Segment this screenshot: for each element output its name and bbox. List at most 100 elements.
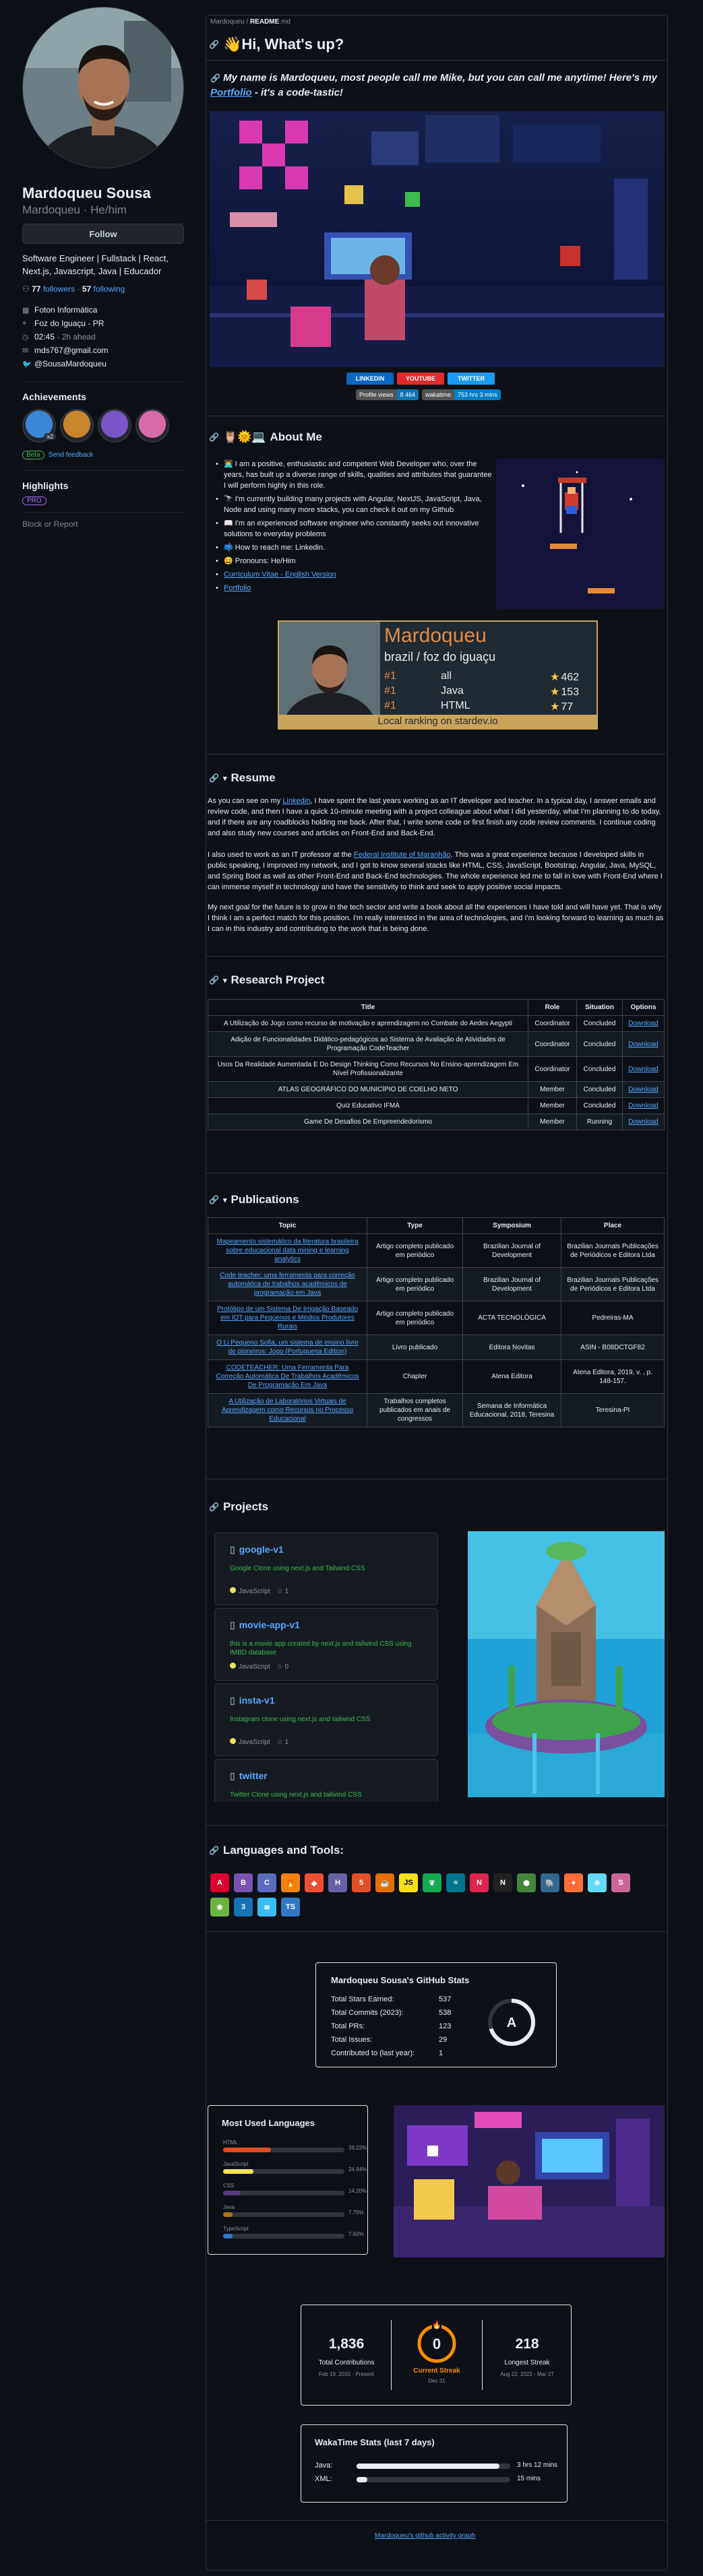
send-feedback-link[interactable]: Send feedback xyxy=(49,451,94,459)
project-title[interactable]: twitter xyxy=(230,1770,268,1782)
projects-pixel-art xyxy=(468,1531,665,1797)
publication-link[interactable]: Protótipo de um Sistema De Irrigação Bas… xyxy=(208,1301,367,1335)
project-language: JavaScript xyxy=(230,1663,270,1671)
status-icon[interactable]: ☺ xyxy=(162,139,183,162)
resume-paragraph: I also used to work as an IT professor a… xyxy=(208,851,663,891)
table-cell: Member xyxy=(528,1081,577,1098)
link-icon[interactable]: 🔗 xyxy=(209,1502,219,1512)
location-row: ⌖ Foz do Iguaçu - PR xyxy=(22,319,104,328)
download-link[interactable]: Download xyxy=(622,1031,665,1057)
triangle-down-icon[interactable]: ▾ xyxy=(223,774,227,783)
following-link[interactable]: 57 following xyxy=(82,284,125,294)
link-icon[interactable]: 🔗 xyxy=(209,773,219,783)
portfolio-link[interactable]: Portfolio xyxy=(210,87,252,98)
project-card[interactable]: google-v1 Google Clone using next.js and … xyxy=(214,1533,438,1605)
wakatime-card[interactable]: WakaTime Stats (last 7 days) Java: 3 hrs … xyxy=(301,2424,568,2503)
publication-link[interactable]: A Utilização de Laboratórios Virtuais de… xyxy=(208,1393,367,1427)
divider xyxy=(206,1931,666,1932)
youtube-badge[interactable]: YOUTUBE xyxy=(397,373,444,385)
ifma-link[interactable]: Federal Institute of Maranhão xyxy=(354,851,451,859)
retro-room-art xyxy=(394,2105,665,2257)
download-link[interactable]: Download xyxy=(622,1114,665,1130)
divider xyxy=(206,60,666,61)
publication-link[interactable]: O Li Pequeno Sofia, um sistema de ensino… xyxy=(208,1334,367,1360)
project-title[interactable]: movie-app-v1 xyxy=(230,1619,300,1631)
research-table: Title Role Situation Options A Utilizaçã… xyxy=(208,999,665,1130)
link-icon[interactable]: 🔗 xyxy=(209,40,219,49)
top-languages-card[interactable]: Most Used Languages HTML 39.22% JavaScript… xyxy=(208,2105,368,2255)
email-row[interactable]: ✉ mds767@gmail.com xyxy=(22,344,184,357)
breadcrumb: Mardoqueu / README.md xyxy=(210,18,291,26)
stardev-row: #1all462 xyxy=(384,670,586,685)
achievement-badge-pull-shark[interactable]: x2 xyxy=(22,409,56,443)
publication-link[interactable]: CODETEACHER: Uma Ferramenta Para Correçã… xyxy=(208,1359,367,1394)
top-languages-title: Most Used Languages xyxy=(222,2118,315,2128)
table-cell: Trabalhos completos publicados em anais … xyxy=(367,1393,463,1427)
breadcrumb-user[interactable]: Mardoqueu xyxy=(210,18,245,26)
twitter-row[interactable]: 🐦 @SousaMardoqueu xyxy=(22,357,184,371)
triangle-down-icon[interactable]: ▾ xyxy=(223,1196,227,1204)
publication-link[interactable]: Mapeamento sistemático da literatura bra… xyxy=(208,1233,367,1268)
table-cell: Running xyxy=(576,1114,623,1130)
project-card[interactable]: twitter Twitter Clone using next.js and t… xyxy=(214,1759,438,1802)
stardev-row: #1HTML77 xyxy=(384,700,586,715)
nestjs-icon: N xyxy=(470,1873,489,1892)
download-link[interactable]: Download xyxy=(622,1015,665,1032)
project-title[interactable]: insta-v1 xyxy=(230,1695,275,1706)
publication-link[interactable]: Code teacher: uma ferramenta para correç… xyxy=(208,1267,367,1301)
beta-row: Beta Send feedback xyxy=(22,451,184,459)
language-percent: 7.60% xyxy=(348,2231,364,2237)
achievement-badge-quickdraw[interactable] xyxy=(98,409,131,443)
cv-link[interactable]: Curriculum Vitae - English Version xyxy=(214,569,494,580)
download-link[interactable]: Download xyxy=(622,1097,665,1114)
download-link[interactable]: Download xyxy=(622,1081,665,1098)
followers-link[interactable]: 77 followers xyxy=(32,284,75,294)
project-card[interactable]: movie-app-v1 this is a movie app created … xyxy=(214,1608,438,1681)
readme-heading: 🔗 👋Hi, What's up? xyxy=(209,36,344,53)
achievement-badge-yolo[interactable] xyxy=(60,409,94,443)
avatar[interactable]: ☺ xyxy=(22,7,184,168)
table-cell: Coordinator xyxy=(528,1015,577,1032)
block-report-link[interactable]: Block or Report xyxy=(22,519,78,529)
github-stats-card[interactable]: Mardoqueu Sousa's GitHub Stats Total Sta… xyxy=(315,1962,557,2067)
project-stars: ☆ 0 xyxy=(276,1663,288,1671)
project-language: JavaScript xyxy=(230,1587,270,1595)
projects-heading: 🔗 Projects xyxy=(209,1500,269,1513)
table-cell: Brazilian Journal of Development xyxy=(462,1267,561,1301)
table-row: CODETEACHER: Uma Ferramenta Para Correçã… xyxy=(208,1359,665,1394)
divider xyxy=(206,2520,666,2521)
triangle-down-icon[interactable]: ▾ xyxy=(223,976,227,985)
stardev-ranking-card[interactable]: Mardoqueu brazil / foz do iguaçu #1all46… xyxy=(278,620,598,730)
table-cell: Concluded xyxy=(576,1081,623,1098)
project-title[interactable]: google-v1 xyxy=(230,1544,284,1555)
project-card[interactable]: insta-v1 Instagram clone using next.js an… xyxy=(214,1683,438,1756)
link-icon[interactable]: 🔗 xyxy=(209,1195,219,1204)
download-link[interactable]: Download xyxy=(622,1056,665,1082)
table-cell: Coordinator xyxy=(528,1031,577,1057)
readme-panel: Mardoqueu / README.md 🔗 👋Hi, What's up? 🔗… xyxy=(206,15,668,2571)
activity-graph-link[interactable]: Mardoqueu's github activity graph xyxy=(375,2532,475,2540)
sass-icon: S xyxy=(611,1873,630,1892)
table-cell: Usos Da Realidade Aumentada E Do Design … xyxy=(208,1056,528,1082)
fire-icon: 🔥 xyxy=(432,2321,441,2329)
portfolio-link[interactable]: Portfolio xyxy=(214,583,494,593)
wakatime-badge[interactable]: wakatime 753 hrs 3 mins xyxy=(422,389,501,400)
streak-card[interactable]: 1,836 Total Contributions Feb 19, 2015 -… xyxy=(301,2305,572,2406)
link-icon[interactable]: 🔗 xyxy=(209,975,219,985)
twitter-badge[interactable]: TWITTER xyxy=(448,373,495,385)
wakatime-row: Java: 3 hrs 12 mins xyxy=(315,2461,558,2470)
linkedin-link[interactable]: Linkedin xyxy=(282,797,310,805)
longest-streak-label: Longest Streak xyxy=(504,2359,550,2366)
table-cell: Concluded xyxy=(576,1015,623,1032)
follow-button[interactable]: Follow xyxy=(22,224,184,244)
css3-icon: 3 xyxy=(234,1898,253,1917)
table-cell: Brazilian Journals Publicações de Periód… xyxy=(561,1233,665,1268)
about-item[interactable]: 📫 How to reach me: Linkedin. xyxy=(214,542,494,553)
tools-heading: 🔗 Languages and Tools: xyxy=(209,1844,344,1857)
linkedin-badge[interactable]: LINKEDIN xyxy=(346,373,394,385)
link-icon[interactable]: 🔗 xyxy=(209,432,219,442)
link-icon[interactable]: 🔗 xyxy=(209,1846,219,1855)
achievement-badge-starstruck[interactable] xyxy=(135,409,169,443)
location-icon: ⌖ xyxy=(22,319,27,327)
link-icon[interactable]: 🔗 xyxy=(210,73,220,83)
